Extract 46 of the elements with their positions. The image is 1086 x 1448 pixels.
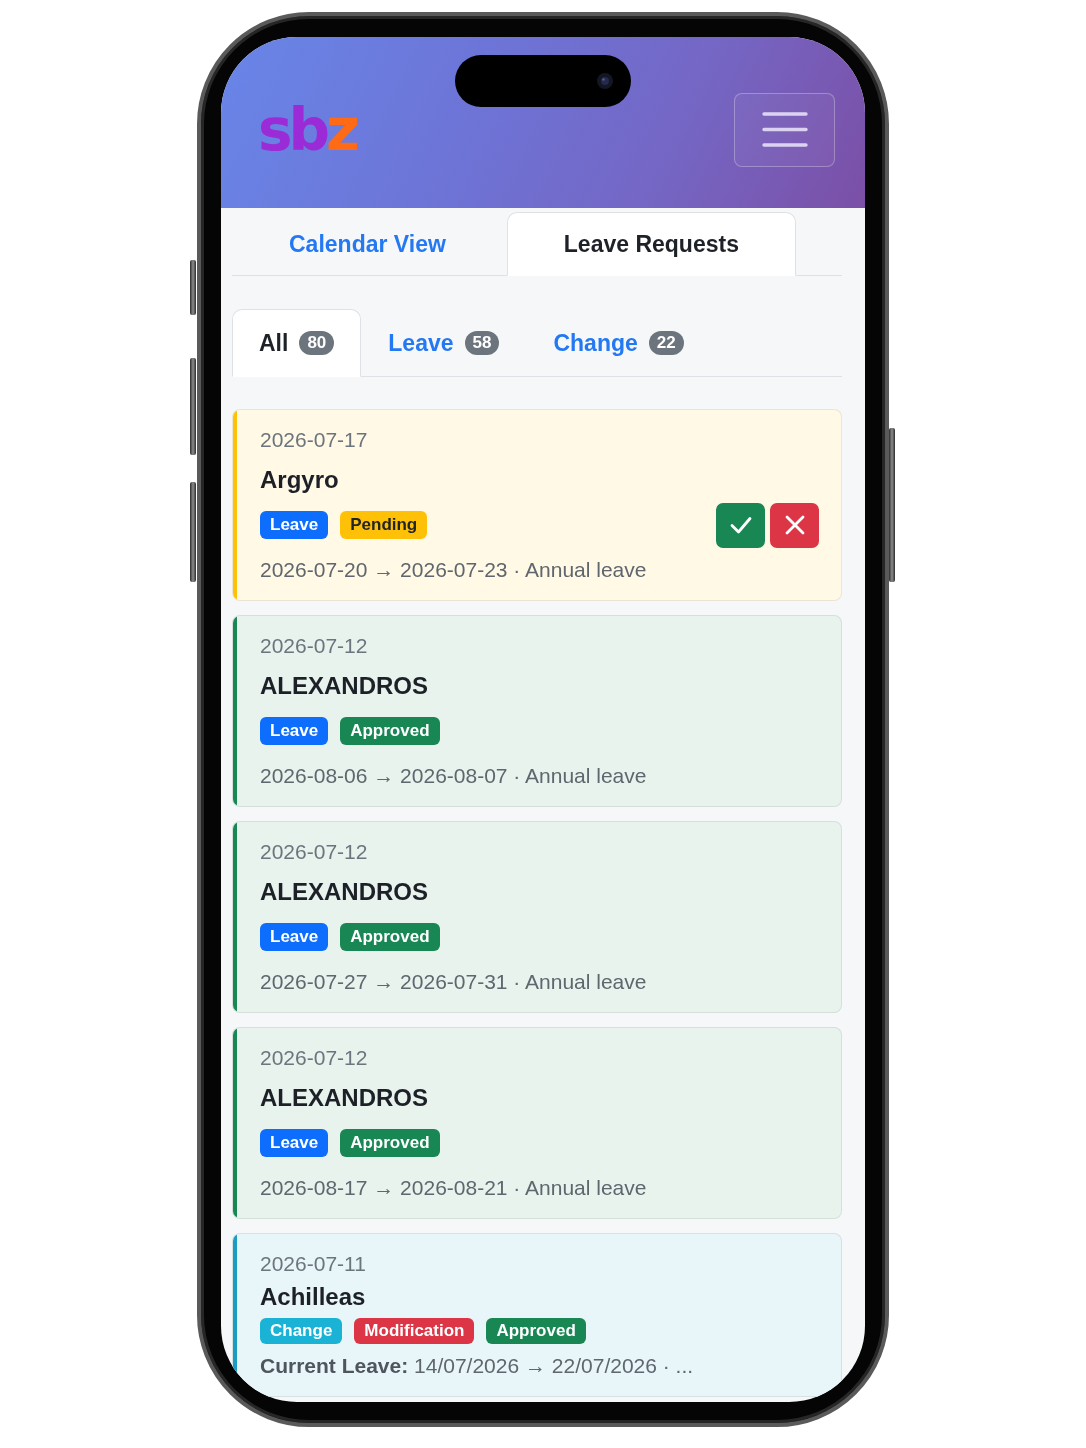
request-date: 2026-07-12 bbox=[260, 633, 369, 659]
requester-name: Achilleas bbox=[260, 1282, 367, 1312]
label-badge: Approved bbox=[340, 923, 440, 951]
filter-tab[interactable]: Change 22 bbox=[526, 309, 711, 377]
request-details: Current Leave: 14/07/2026 → 22/07/2026 · ... bbox=[260, 1353, 695, 1379]
check-icon bbox=[729, 514, 752, 536]
request-details: 2026-07-27 → 2026-07-31 · Annual leave bbox=[260, 969, 648, 995]
count-badge: 58 bbox=[464, 331, 500, 355]
count-badge: 80 bbox=[299, 331, 335, 355]
label-badge: Approved bbox=[340, 717, 440, 745]
label-badge: Approved bbox=[340, 1129, 440, 1157]
view-tab[interactable]: Calendar View bbox=[232, 212, 503, 276]
side-button[interactable] bbox=[190, 260, 196, 315]
request-details: 2026-07-20 → 2026-07-23 · Annual leave bbox=[260, 557, 648, 583]
filter-tab[interactable]: Leave 58 bbox=[361, 309, 527, 377]
request-date: 2026-07-12 bbox=[260, 839, 369, 865]
cross-icon bbox=[783, 514, 806, 536]
side-button[interactable] bbox=[190, 482, 196, 582]
request-date: 2026-07-17 bbox=[260, 427, 369, 453]
request-details: 2026-08-17 → 2026-08-21 · Annual leave bbox=[260, 1175, 648, 1201]
menu-icon bbox=[761, 111, 808, 148]
label-badge: Pending bbox=[340, 511, 428, 539]
side-button[interactable] bbox=[190, 358, 196, 455]
request-date: 2026-07-12 bbox=[260, 1045, 369, 1071]
label-badge: Change bbox=[260, 1318, 343, 1344]
approve-button[interactable] bbox=[716, 502, 765, 548]
reject-button[interactable] bbox=[770, 502, 819, 548]
label-badge: Approved bbox=[486, 1318, 586, 1344]
label-badge: Leave bbox=[260, 1129, 329, 1157]
menu-button[interactable] bbox=[734, 92, 835, 167]
requester-name: ALEXANDROS bbox=[260, 1083, 429, 1113]
requester-name: ALEXANDROS bbox=[260, 877, 429, 907]
request-date: 2026-07-11 bbox=[260, 1251, 367, 1277]
view-tab[interactable]: Leave Requests bbox=[506, 212, 796, 276]
requester-name: Argyro bbox=[260, 465, 340, 495]
requester-name: ALEXANDROS bbox=[260, 671, 429, 701]
count-badge: 22 bbox=[648, 331, 684, 355]
filter-tab[interactable]: All 80 bbox=[232, 309, 362, 377]
camera-icon bbox=[597, 73, 613, 89]
logo: sbz bbox=[258, 100, 356, 159]
request-details: 2026-08-06 → 2026-08-07 · Annual leave bbox=[260, 763, 648, 789]
label-badge: Leave bbox=[260, 511, 329, 539]
label-badge: Leave bbox=[260, 717, 329, 745]
side-button[interactable] bbox=[889, 428, 895, 582]
label-badge: Modification bbox=[354, 1318, 475, 1344]
label-badge: Leave bbox=[260, 923, 329, 951]
